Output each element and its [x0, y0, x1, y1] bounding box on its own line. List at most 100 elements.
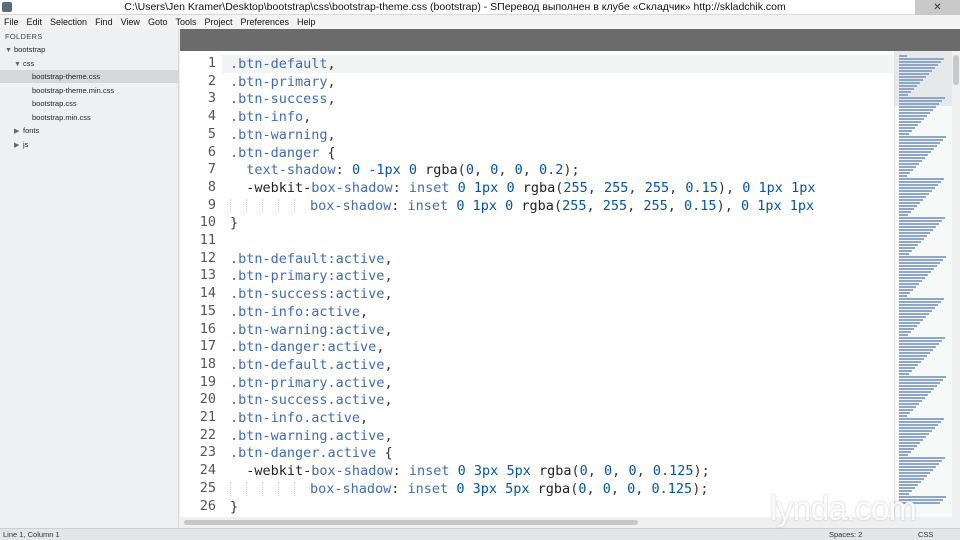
code-token: , — [635, 480, 652, 497]
minimap-line — [899, 388, 934, 390]
minimap-line — [899, 163, 919, 165]
minimap-line — [899, 304, 938, 306]
sidebar-item-js[interactable]: ▶ js — [0, 138, 179, 151]
minimap[interactable] — [894, 51, 952, 517]
vertical-scroll-thumb[interactable] — [953, 55, 959, 85]
code-line[interactable]: .btn-default:active, — [230, 250, 393, 268]
code-line[interactable]: box-shadow: inset 0 1px 0 rgba(255, 255,… — [230, 197, 814, 215]
code-line[interactable]: .btn-warning, — [230, 126, 336, 144]
minimap-line — [899, 298, 944, 300]
minimap-line — [899, 217, 945, 219]
vertical-scrollbar[interactable] — [952, 51, 960, 517]
minimap-line — [899, 481, 921, 483]
minimap-line — [899, 421, 941, 423]
minimap-line — [899, 307, 935, 309]
code-line[interactable]: .btn-warning.active, — [230, 427, 393, 445]
code-token: rgba — [538, 463, 572, 480]
close-window-button[interactable]: ✕ — [915, 0, 960, 15]
minimap-line — [899, 154, 928, 156]
line-number: 2 — [207, 72, 216, 89]
code-line[interactable]: -webkit-box-shadow: inset 0 1px 0 rgba(2… — [230, 179, 815, 197]
menu-project[interactable]: Project — [200, 15, 236, 29]
code-token: .btn-info.active — [230, 410, 361, 426]
minimap-line — [899, 253, 909, 255]
code-line[interactable]: .btn-success:active, — [230, 285, 393, 303]
code-line[interactable]: } — [230, 498, 238, 516]
code-line[interactable]: text-shadow: 0 -1px 0 rgba(0, 0, 0, 0.2)… — [230, 161, 579, 179]
menu-find[interactable]: Find — [91, 15, 117, 29]
minimap-line — [899, 109, 933, 111]
menu-tools[interactable]: Tools — [171, 15, 200, 29]
minimap-line — [899, 160, 922, 162]
menu-help[interactable]: Help — [293, 15, 320, 29]
code-line[interactable]: box-shadow: inset 0 3px 5px rgba(0, 0, 0… — [230, 480, 708, 498]
code-line[interactable]: .btn-danger.active { — [230, 444, 393, 462]
minimap-line — [899, 418, 944, 420]
menu-preferences[interactable]: Preferences — [236, 15, 293, 29]
code-token: .btn-warning.active — [230, 427, 385, 444]
code-token: 0.15 — [684, 197, 717, 214]
menu-view[interactable]: View — [117, 15, 144, 29]
code-token: , — [327, 56, 336, 72]
code-line[interactable]: .btn-info, — [230, 108, 311, 126]
sidebar-item-bootstrap-min-css[interactable]: bootstrap.min.css — [0, 111, 179, 124]
minimap-line — [899, 58, 944, 60]
menu-file[interactable]: File — [0, 15, 23, 29]
sidebar-item-bootstrap-theme-css[interactable]: bootstrap-theme.css — [0, 70, 179, 83]
code-token: .btn-warning — [230, 126, 328, 143]
expanded-arrow-icon[interactable]: ▼ — [14, 58, 23, 71]
minimap-line — [899, 349, 933, 351]
code-line[interactable]: .btn-primary, — [230, 73, 336, 91]
line-number: 3 — [207, 90, 216, 107]
minimap-line — [899, 322, 920, 324]
horizontal-scroll-thumb[interactable] — [184, 520, 638, 525]
code-token: : — [392, 463, 409, 480]
code-token: .btn-primary.active — [230, 374, 385, 391]
code-line[interactable]: .btn-primary:active, — [230, 267, 393, 285]
code-token: .btn-warning:active — [230, 321, 385, 338]
expanded-arrow-icon[interactable]: ▼ — [5, 44, 14, 57]
code-line[interactable]: .btn-primary.active, — [230, 374, 393, 392]
menu-edit[interactable]: Edit — [23, 15, 47, 29]
code-line[interactable]: .btn-default, — [230, 55, 336, 73]
minimap-line — [899, 145, 937, 147]
line-number: 5 — [207, 125, 216, 142]
minimap-line — [899, 106, 936, 108]
sidebar-item-bootstrap-css[interactable]: bootstrap.css — [0, 97, 179, 110]
minimap-line — [899, 412, 910, 414]
code-line[interactable]: -webkit-box-shadow: inset 0 3px 5px rgba… — [230, 462, 709, 480]
code-token: rgba — [537, 480, 571, 497]
syntax-mode[interactable]: CSS — [918, 529, 933, 540]
code-token: , — [498, 162, 515, 179]
sidebar-item-fonts[interactable]: ▶ fonts — [0, 124, 179, 137]
minimap-line — [899, 346, 936, 348]
tab-bar — [180, 29, 960, 51]
code-line[interactable]: .btn-danger:active, — [230, 338, 384, 356]
indentation-setting[interactable]: Spaces: 2 — [829, 529, 862, 540]
minimap-line — [899, 181, 941, 183]
code-line[interactable]: .btn-warning:active, — [230, 321, 393, 339]
code-token: inset — [408, 179, 450, 196]
menu-selection[interactable]: Selection — [46, 15, 91, 29]
code-token: .btn-success.active — [230, 392, 385, 409]
minimap-line — [899, 280, 922, 282]
sidebar-item-bootstrap-theme-min-css[interactable]: bootstrap-theme.min.css — [0, 84, 179, 97]
code-line[interactable]: .btn-success.active, — [230, 391, 393, 409]
sidebar-item-css[interactable]: ▼ css — [0, 57, 179, 70]
minimap-line — [899, 487, 915, 489]
code-line[interactable]: .btn-danger { — [230, 144, 336, 162]
code-token: -1px — [368, 162, 401, 179]
collapsed-arrow-icon[interactable]: ▶ — [14, 139, 23, 152]
code-line[interactable]: .btn-info.active, — [230, 409, 368, 427]
code-editor[interactable]: 1 2 3 4 5 6 7 8 9 10 11 12 13 14 15 16 17 18 19 20 21 22 23 24 2… — [180, 51, 894, 517]
code-line[interactable]: .btn-default.active, — [230, 356, 393, 374]
code-line[interactable]: .btn-info:active, — [230, 303, 368, 321]
code-line[interactable]: .btn-success, — [230, 90, 336, 108]
sidebar-item-bootstrap[interactable]: ▼ bootstrap — [0, 43, 179, 56]
code-token: 0 — [514, 162, 523, 179]
menu-goto[interactable]: Goto — [144, 15, 172, 29]
code-line[interactable]: } — [230, 214, 238, 232]
code-token: , — [384, 374, 393, 391]
collapsed-arrow-icon[interactable]: ▶ — [14, 125, 23, 138]
